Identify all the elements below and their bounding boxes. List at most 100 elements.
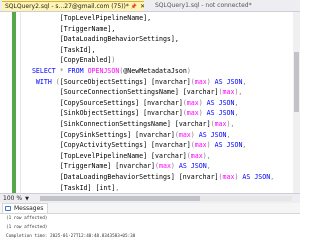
code-token: , (242, 77, 247, 86)
code-line: [CopyActivitySettings] [nvarchar](max) A… (24, 140, 292, 151)
message-line: (1 row affected) (6, 216, 48, 221)
code-token: ) (206, 77, 215, 86)
code-token: AS (178, 162, 191, 171)
tab-sqlquery1[interactable]: SQLQuery1.sql - not connected* (152, 1, 276, 11)
tab-sqlquery2-label: SQLQuery2.sql - s...27@gmail.com (75))* (5, 3, 129, 10)
code-token: ) (170, 162, 179, 171)
code-token: max (222, 88, 235, 97)
code-token: max (214, 119, 227, 128)
code-line: [TriggerName] [nvarchar](max) AS JSON, (24, 161, 292, 172)
code-token: [TaskId], (59, 45, 96, 54)
tab-messages[interactable]: Messages (2, 203, 49, 213)
horizontal-scrollbar[interactable] (40, 196, 292, 201)
vertical-scrollbar[interactable] (293, 12, 300, 193)
code-line: [TaskId] [int], (24, 183, 292, 194)
code-line: [SinkConnectionSettingsName] [varchar](m… (24, 119, 292, 130)
zoom-value: 100 % (3, 195, 23, 202)
code-token: max (178, 130, 191, 139)
code-line: [SinkObjectSettings] [nvarchar](max) AS … (24, 108, 292, 119)
code-line: [TopLevelPipelineName] [varchar](max), (24, 151, 292, 162)
code-token: ), (226, 119, 235, 128)
code-token: , (234, 98, 239, 107)
code-token: [TopLevelPipelineName], (59, 14, 152, 22)
code-line: [TaskId], (24, 45, 292, 56)
code-token: SELECT (31, 66, 60, 75)
code-token: , (206, 162, 211, 171)
code-token: AS (242, 172, 255, 181)
horizontal-scroll-thumb[interactable] (40, 196, 200, 201)
code-token: max (194, 141, 207, 150)
code-token: AS (198, 130, 211, 139)
code-token: [CopyEnabled] (59, 56, 112, 65)
code-token: OPENJSON (87, 66, 120, 75)
code-token: [TriggerName], (59, 24, 116, 33)
code-token: max (190, 151, 203, 160)
code-token: JSON (254, 172, 271, 181)
code-token: , (270, 172, 275, 181)
editor-gutter (0, 12, 21, 193)
code-token: max (194, 77, 207, 86)
document-tab-bar: SQLQuery2.sql - s...27@gmail.com (75))* 📌… (0, 0, 300, 12)
code-token: JSON (218, 98, 235, 107)
results-tab-bar: Messages (0, 203, 300, 214)
code-token: JSON (226, 77, 243, 86)
code-token: [CopyActivitySettings] [nvarchar] (59, 141, 191, 150)
code-token: , (234, 109, 239, 118)
code-line: SELECT * FROM OPENJSON(@NewMetadataJson) (24, 66, 292, 77)
code-token: AS (214, 141, 227, 150)
code-line: [DataLoadingBehaviorSettings], (24, 34, 292, 45)
code-token: ) (198, 109, 207, 118)
tab-sqlquery2[interactable]: SQLQuery2.sql - s...27@gmail.com (75))* 📌… (2, 1, 144, 11)
code-token: AS (214, 77, 227, 86)
code-area[interactable]: [TopLevelPipelineName], [TriggerName], [… (24, 13, 292, 193)
message-line: Completion time: 2025-01-27T12:40:48.834… (6, 234, 136, 239)
vertical-scroll-thumb[interactable] (294, 52, 299, 112)
code-token: ) (206, 141, 215, 150)
pin-icon[interactable]: 📌 (131, 4, 137, 10)
code-token: [SourceConnectionSettingsName] [varchar] (59, 88, 219, 97)
code-token: max (159, 162, 171, 171)
code-token: max (186, 109, 199, 118)
code-line: [CopySourceSettings] [nvarchar](max) AS … (24, 98, 292, 109)
zoom-bar: 100 % ▼ (0, 193, 300, 203)
code-token: [DataLoadingBehaviorSettings], (59, 35, 179, 44)
code-token: , (115, 183, 120, 192)
code-token: [SinkConnectionSettingsName] [varchar] (59, 119, 211, 128)
code-line: [TriggerName], (24, 24, 292, 35)
messages-tab-label: Messages (14, 205, 44, 212)
code-token: * (59, 66, 68, 75)
close-icon[interactable]: ✕ (140, 3, 144, 10)
code-token: ), (202, 151, 211, 160)
messages-icon (5, 206, 11, 211)
code-token: ), (234, 88, 243, 97)
code-token: [DataLoadingBehaviorSettings] [nvarchar] (59, 172, 219, 181)
code-token: , (242, 141, 247, 150)
code-token: @NewMetadataJson (123, 66, 187, 75)
code-token: max (186, 98, 199, 107)
code-line: [CopySinkSettings] [nvarchar](max) AS JS… (24, 130, 292, 141)
code-token: [TopLevelPipelineName] [varchar] (59, 151, 187, 160)
code-token: max (222, 172, 235, 181)
code-token: [TriggerName] [nvarchar] (59, 162, 156, 171)
code-token: JSON (218, 109, 235, 118)
code-token: AS (206, 109, 219, 118)
code-token: , (226, 130, 231, 139)
code-token: [SourceObjectSettings] [nvarchar] (59, 77, 191, 86)
chevron-down-icon[interactable]: ▼ (25, 196, 29, 202)
code-token: [CopySourceSettings] [nvarchar] (59, 98, 183, 107)
code-token: ) (186, 66, 191, 75)
code-token: [CopySinkSettings] [nvarchar] (59, 130, 175, 139)
code-token: [SinkObjectSettings] [nvarchar] (59, 109, 183, 118)
code-token: JSON (190, 162, 207, 171)
code-line: [TopLevelPipelineName], (24, 13, 292, 24)
tab-sqlquery1-label: SQLQuery1.sql - not connected* (155, 2, 252, 9)
code-token: ) (111, 56, 116, 65)
message-line: (1 row affected) (6, 225, 48, 230)
code-token: [TaskId] [int] (59, 183, 116, 192)
code-token: ) (190, 130, 199, 139)
query-editor[interactable]: [TopLevelPipelineName], [TriggerName], [… (0, 12, 300, 193)
messages-pane: (1 row affected) (1 row affected) Comple… (0, 214, 300, 242)
code-token: FROM (67, 66, 88, 75)
code-line: WITH ([SourceObjectSettings] [nvarchar](… (24, 77, 292, 88)
code-token: JSON (210, 130, 227, 139)
